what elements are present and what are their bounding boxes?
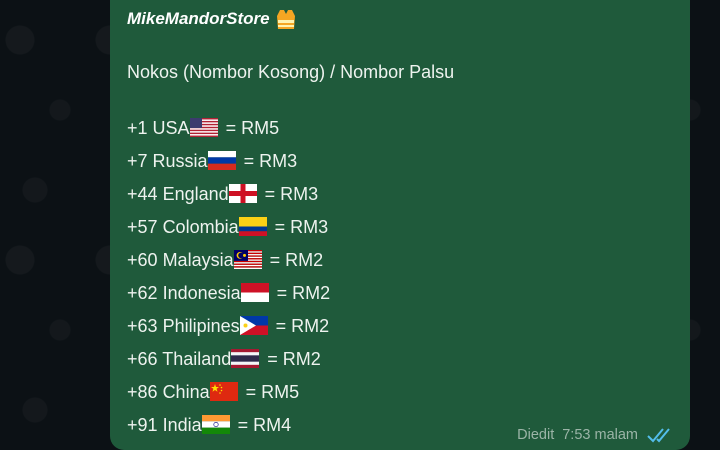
safety-vest-icon — [276, 8, 296, 30]
rate-code-country: +44 England — [127, 183, 229, 205]
rate-code-country: +62 Indonesia — [127, 282, 241, 304]
country-name: Russia — [152, 150, 208, 171]
rate-item: +60 Malaysia = RM2 — [127, 243, 330, 276]
rate-price: = RM2 — [267, 348, 321, 369]
flag-indonesia-icon — [240, 283, 269, 302]
flag-thailand-icon — [231, 349, 260, 368]
rate-code-country: +63 Philipines — [127, 315, 240, 337]
rate-price: = RM4 — [237, 414, 292, 435]
flag-england-icon — [228, 184, 257, 203]
rate-price: = RM2 — [275, 315, 330, 336]
rate-item: +7 Russia = RM3 — [127, 144, 330, 177]
country-name: Thailand — [162, 348, 232, 369]
rate-item: +1 USA = RM5 — [127, 111, 330, 144]
country-code: +7 — [127, 150, 148, 171]
flag-colombia-icon — [238, 217, 267, 236]
message-time: 7:53 malam — [562, 427, 638, 443]
rate-price: = RM2 — [276, 282, 331, 303]
flag-china-icon — [209, 382, 238, 401]
country-code: +60 — [127, 249, 158, 270]
rate-code-country: +7 Russia — [127, 150, 208, 172]
country-name: Philipines — [162, 315, 240, 336]
rate-price: = RM2 — [269, 249, 324, 270]
flag-usa-icon — [189, 118, 218, 137]
flag-malaysia-icon — [233, 250, 262, 269]
message-subtitle: Nokos (Nombor Kosong) / Nombor Palsu — [127, 62, 455, 82]
country-name: China — [162, 381, 210, 402]
country-name: England — [162, 183, 229, 204]
country-code: +62 — [127, 282, 158, 303]
message-meta: Diedit 7:53 malam — [517, 426, 676, 444]
country-code: +66 — [127, 348, 158, 369]
rate-item: +63 Philipines = RM2 — [127, 309, 330, 342]
rate-code-country: +86 China — [127, 381, 210, 403]
rate-price: = RM3 — [274, 216, 329, 237]
rate-list: +1 USA = RM5 +7 Russia = RM3 +44 England = RM… — [127, 111, 330, 441]
country-name: Indonesia — [162, 282, 241, 303]
rate-item: +91 India = RM4 — [127, 408, 330, 441]
rate-price: = RM5 — [245, 381, 300, 402]
rate-price: = RM3 — [243, 150, 298, 171]
rate-price: = RM5 — [225, 117, 280, 138]
message-bubble[interactable]: MikeMandorStore Nokos (Nombor Kosong) / … — [110, 0, 690, 450]
rate-item: +62 Indonesia = RM2 — [127, 276, 330, 309]
country-name: India — [162, 414, 202, 435]
flag-philippines-icon — [239, 316, 268, 335]
rate-code-country: +57 Colombia — [127, 216, 239, 238]
rate-item: +57 Colombia = RM3 — [127, 210, 330, 243]
double-check-read-icon — [647, 428, 670, 443]
country-name: Malaysia — [162, 249, 234, 270]
sender-name[interactable]: MikeMandorStore — [127, 8, 296, 30]
country-code: +44 — [127, 183, 158, 204]
rate-code-country: +60 Malaysia — [127, 249, 234, 271]
rate-code-country: +91 India — [127, 414, 202, 436]
rate-code-country: +66 Thailand — [127, 348, 231, 370]
flag-russia-icon — [207, 151, 236, 170]
country-code: +57 — [127, 216, 158, 237]
sender-label[interactable]: MikeMandorStore — [127, 9, 270, 29]
rate-item: +66 Thailand = RM2 — [127, 342, 330, 375]
country-code: +63 — [127, 315, 158, 336]
rate-item: +86 China = RM5 — [127, 375, 330, 408]
rate-item: +44 England = RM3 — [127, 177, 330, 210]
country-code: +1 — [127, 117, 148, 138]
flag-india-icon — [201, 415, 230, 434]
country-name: USA — [152, 117, 190, 138]
country-code: +91 — [127, 414, 158, 435]
rate-code-country: +1 USA — [127, 117, 190, 139]
country-name: Colombia — [162, 216, 239, 237]
edited-label: Diedit — [517, 427, 555, 443]
rate-price: = RM3 — [264, 183, 319, 204]
country-code: +86 — [127, 381, 158, 402]
